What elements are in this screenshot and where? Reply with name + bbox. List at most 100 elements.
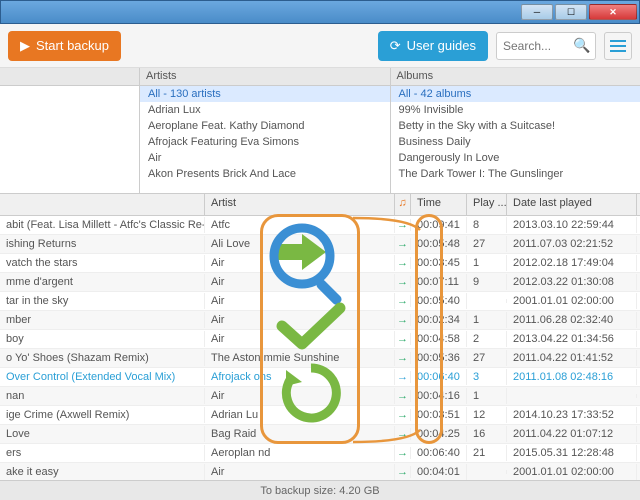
browser-header-artists: Artists — [140, 68, 390, 86]
search-box[interactable]: 🔍 — [496, 32, 596, 60]
cell-time: 00:05:48 — [411, 236, 467, 252]
cell-name: boy — [0, 331, 205, 347]
cell-play: 9 — [467, 274, 507, 290]
cell-name: mber — [0, 312, 205, 328]
cell-date: 2014.10.23 17:33:52 — [507, 407, 637, 423]
minimize-button[interactable]: ─ — [521, 4, 553, 20]
cell-artist: Air — [205, 255, 395, 271]
browser-item[interactable]: Akon Presents Brick And Lace — [140, 166, 390, 182]
arrow-icon: → — [395, 333, 411, 345]
cell-play: 27 — [467, 350, 507, 366]
browser-item[interactable]: Afrojack Featuring Eva Simons — [140, 134, 390, 150]
th-name[interactable] — [0, 194, 205, 215]
cell-date: 2012.02.18 17:49:04 — [507, 255, 637, 271]
hamburger-menu-button[interactable] — [604, 32, 632, 60]
browser-item[interactable]: Adrian Lux — [140, 102, 390, 118]
cell-artist: Adrian Lu — [205, 407, 395, 423]
arrow-icon: → — [395, 466, 411, 478]
th-date[interactable]: Date last played — [507, 194, 637, 215]
arrow-icon: → — [395, 428, 411, 440]
browser-item[interactable]: All - 42 albums — [391, 86, 640, 102]
browser-item[interactable]: The Dark Tower I: The Gunslinger — [391, 166, 640, 182]
cell-time: 00:06:40 — [411, 369, 467, 385]
search-icon[interactable]: 🔍 — [573, 37, 590, 54]
cell-time: 00:03:51 — [411, 407, 467, 423]
cell-time: 00:05:40 — [411, 293, 467, 309]
th-music-icon[interactable]: ♫ — [395, 194, 411, 215]
cell-play: 16 — [467, 426, 507, 442]
cell-time: 00:05:36 — [411, 350, 467, 366]
table-row[interactable]: vatch the starsAir→00:03:4512012.02.18 1… — [0, 254, 640, 273]
table-header: Artist ♫ Time Play ... Date last played — [0, 194, 640, 216]
table-row[interactable]: boyAir→00:04:5822013.04.22 01:34:56 — [0, 330, 640, 349]
browser-item[interactable]: Betty in the Sky with a Suitcase! — [391, 118, 640, 134]
cell-play: 2 — [467, 331, 507, 347]
table-row[interactable]: o Yo' Shoes (Shazam Remix)The Aston mmie… — [0, 349, 640, 368]
table-row[interactable]: ishing ReturnsAli Love→00:05:48272011.07… — [0, 235, 640, 254]
cell-date: 2011.04.22 01:41:52 — [507, 350, 637, 366]
table-body[interactable]: abit (Feat. Lisa Millett - Atfc's Classi… — [0, 216, 640, 480]
cell-name: Love — [0, 426, 205, 442]
arrow-icon: → — [395, 257, 411, 269]
cell-name: nan — [0, 388, 205, 404]
table-row[interactable]: abit (Feat. Lisa Millett - Atfc's Classi… — [0, 216, 640, 235]
browser-item[interactable] — [0, 106, 139, 110]
browser-list-artists[interactable]: All - 130 artistsAdrian LuxAeroplane Fea… — [140, 86, 390, 193]
cell-play: 1 — [467, 388, 507, 404]
search-input[interactable] — [503, 39, 573, 53]
table-row[interactable]: ersAeroplan nd→00:06:40212015.05.31 12:2… — [0, 444, 640, 463]
cell-name: abit (Feat. Lisa Millett - Atfc's Classi… — [0, 217, 205, 233]
start-backup-button[interactable]: ▶ Start backup — [8, 31, 121, 61]
table-row[interactable]: ake it easyAir→00:04:012001.01.01 02:00:… — [0, 463, 640, 480]
maximize-button[interactable]: ☐ — [555, 4, 587, 20]
cell-date: 2013.04.22 01:34:56 — [507, 331, 637, 347]
close-button[interactable]: ✕ — [589, 4, 637, 20]
table-row[interactable]: tar in the skyAir→00:05:402001.01.01 02:… — [0, 292, 640, 311]
cell-date: 2015.05.31 12:28:48 — [507, 445, 637, 461]
table-row[interactable]: LoveBag Raid→00:04:25162011.04.22 01:07:… — [0, 425, 640, 444]
th-time[interactable]: Time — [411, 194, 467, 215]
cell-date: 2011.01.08 02:48:16 — [507, 369, 637, 385]
cell-date: 2011.04.22 01:07:12 — [507, 426, 637, 442]
arrow-icon: → — [395, 390, 411, 402]
table-row[interactable]: mberAir→00:02:3412011.06.28 02:32:40 — [0, 311, 640, 330]
user-guides-button[interactable]: ⟳ User guides — [378, 31, 488, 61]
browser-item[interactable]: Aeroplane Feat. Kathy Diamond — [140, 118, 390, 134]
cell-name: ige Crime (Axwell Remix) — [0, 407, 205, 423]
cell-date: 2012.03.22 01:30:08 — [507, 274, 637, 290]
cell-play: 8 — [467, 217, 507, 233]
cell-date — [507, 394, 637, 398]
browser-col-left — [0, 68, 140, 193]
cell-play: 12 — [467, 407, 507, 423]
browser-list-albums[interactable]: All - 42 albums99% InvisibleBetty in the… — [391, 86, 640, 193]
cell-time: 00:04:25 — [411, 426, 467, 442]
browser-item[interactable]: Business Daily — [391, 134, 640, 150]
table-row[interactable]: mme d'argentAir→00:07:1192012.03.22 01:3… — [0, 273, 640, 292]
cell-date: 2011.06.28 02:32:40 — [507, 312, 637, 328]
cell-date: 2011.07.03 02:21:52 — [507, 236, 637, 252]
user-guides-label: User guides — [407, 38, 476, 53]
cell-artist: Air — [205, 274, 395, 290]
cell-name: tar in the sky — [0, 293, 205, 309]
table-row[interactable]: ige Crime (Axwell Remix)Adrian Lu→00:03:… — [0, 406, 640, 425]
table-row[interactable]: Over Control (Extended Vocal Mix)Afrojac… — [0, 368, 640, 387]
browser-item[interactable]: Dangerously In Love — [391, 150, 640, 166]
cell-play: 1 — [467, 255, 507, 271]
cell-name: ake it easy — [0, 464, 205, 480]
browser-col-artists: Artists All - 130 artistsAdrian LuxAerop… — [140, 68, 391, 193]
table-row[interactable]: nanAir→00:04:161 — [0, 387, 640, 406]
cell-time: 00:02:34 — [411, 312, 467, 328]
th-artist[interactable]: Artist — [205, 194, 395, 215]
cell-time: 00:07:11 — [411, 274, 467, 290]
browser-list-left[interactable] — [0, 86, 139, 193]
browser-panel: Artists All - 130 artistsAdrian LuxAerop… — [0, 68, 640, 194]
browser-item[interactable]: Air — [140, 150, 390, 166]
play-icon: ▶ — [20, 38, 30, 54]
browser-item[interactable]: All - 130 artists — [140, 86, 390, 102]
browser-item[interactable]: 99% Invisible — [391, 102, 640, 118]
browser-header-albums: Albums — [391, 68, 640, 86]
arrow-icon: → — [395, 409, 411, 421]
cell-time: 00:04:01 — [411, 464, 467, 480]
th-play[interactable]: Play ... — [467, 194, 507, 215]
arrow-icon: → — [395, 219, 411, 231]
